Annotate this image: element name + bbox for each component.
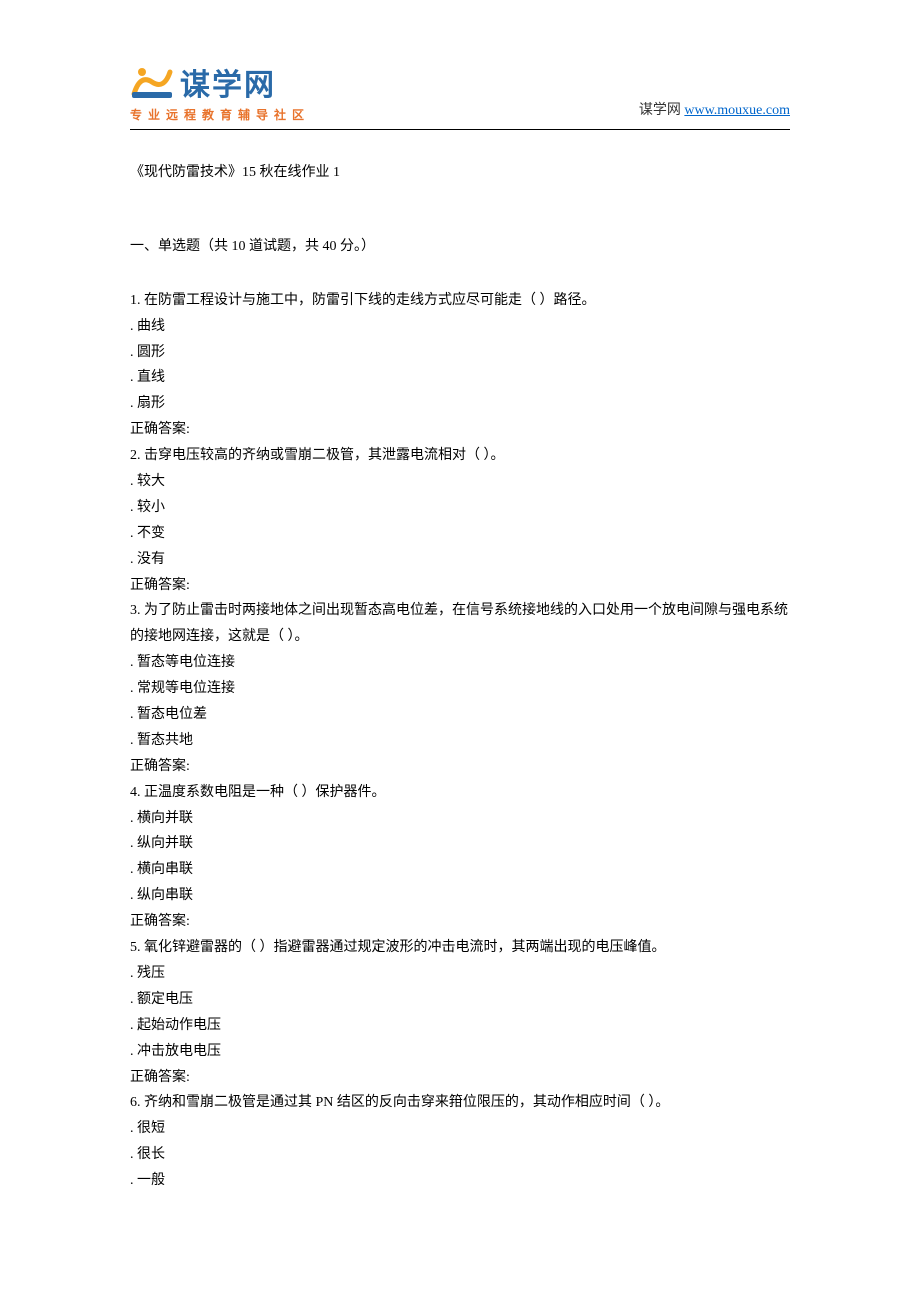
section-heading: 一、单选题（共 10 道试题，共 40 分。）: [130, 234, 790, 260]
answer-label: 正确答案:: [130, 1065, 790, 1091]
question-option: . 额定电压: [130, 987, 790, 1013]
question-option: . 纵向并联: [130, 831, 790, 857]
document-title: 《现代防雷技术》15 秋在线作业 1: [130, 160, 790, 186]
logo-main-text: 谋学网: [180, 60, 276, 104]
answer-label: 正确答案:: [130, 909, 790, 935]
question-option: . 起始动作电压: [130, 1013, 790, 1039]
question-option: . 较大: [130, 469, 790, 495]
logo-icon: [130, 64, 174, 100]
question-option: . 不变: [130, 521, 790, 547]
document-content: 《现代防雷技术》15 秋在线作业 1 一、单选题（共 10 道试题，共 40 分…: [130, 160, 790, 1194]
question-option: . 暂态共地: [130, 728, 790, 754]
question-text: 2. 击穿电压较高的齐纳或雪崩二极管，其泄露电流相对（ ）。: [130, 443, 790, 469]
answer-label: 正确答案:: [130, 417, 790, 443]
question-option: . 暂态电位差: [130, 702, 790, 728]
header-divider: [130, 129, 790, 130]
logo-tagline: 专业远程教育辅导社区: [130, 106, 310, 123]
question-option: . 横向串联: [130, 857, 790, 883]
question-option: . 冲击放电电压: [130, 1039, 790, 1065]
document-page: 谋学网 专业远程教育辅导社区 谋学网 www.mouxue.com 《现代防雷技…: [0, 0, 920, 1254]
question-option: . 横向并联: [130, 806, 790, 832]
question-option: . 残压: [130, 961, 790, 987]
question-option: . 纵向串联: [130, 883, 790, 909]
question-text: 5. 氧化锌避雷器的（ ）指避雷器通过规定波形的冲击电流时，其两端出现的电压峰值…: [130, 935, 790, 961]
question-option: . 很长: [130, 1142, 790, 1168]
question-option: . 直线: [130, 365, 790, 391]
answer-label: 正确答案:: [130, 754, 790, 780]
question-option: . 暂态等电位连接: [130, 650, 790, 676]
logo-text-column: 谋学网: [180, 60, 276, 104]
answer-label: 正确答案:: [130, 573, 790, 599]
question-text: 4. 正温度系数电阻是一种（ ）保护器件。: [130, 780, 790, 806]
question-option: . 常规等电位连接: [130, 676, 790, 702]
question-text: 1. 在防雷工程设计与施工中，防雷引下线的走线方式应尽可能走（ ）路径。: [130, 288, 790, 314]
header-right: 谋学网 www.mouxue.com: [639, 99, 790, 123]
question-text: 6. 齐纳和雪崩二极管是通过其 PN 结区的反向击穿来箝位限压的，其动作相应时间…: [130, 1090, 790, 1116]
question-option: . 很短: [130, 1116, 790, 1142]
question-text: 3. 为了防止雷击时两接地体之间出现暂态高电位差，在信号系统接地线的入口处用一个…: [130, 598, 790, 650]
header-link[interactable]: www.mouxue.com: [684, 103, 790, 118]
question-option: . 一般: [130, 1168, 790, 1194]
logo-block: 谋学网 专业远程教育辅导社区: [130, 60, 310, 123]
logo-top-row: 谋学网: [130, 60, 276, 104]
question-option: . 扇形: [130, 391, 790, 417]
page-header: 谋学网 专业远程教育辅导社区 谋学网 www.mouxue.com: [130, 60, 790, 123]
question-option: . 曲线: [130, 314, 790, 340]
question-option: . 较小: [130, 495, 790, 521]
question-option: . 没有: [130, 547, 790, 573]
header-right-prefix: 谋学网: [639, 103, 685, 118]
question-option: . 圆形: [130, 340, 790, 366]
